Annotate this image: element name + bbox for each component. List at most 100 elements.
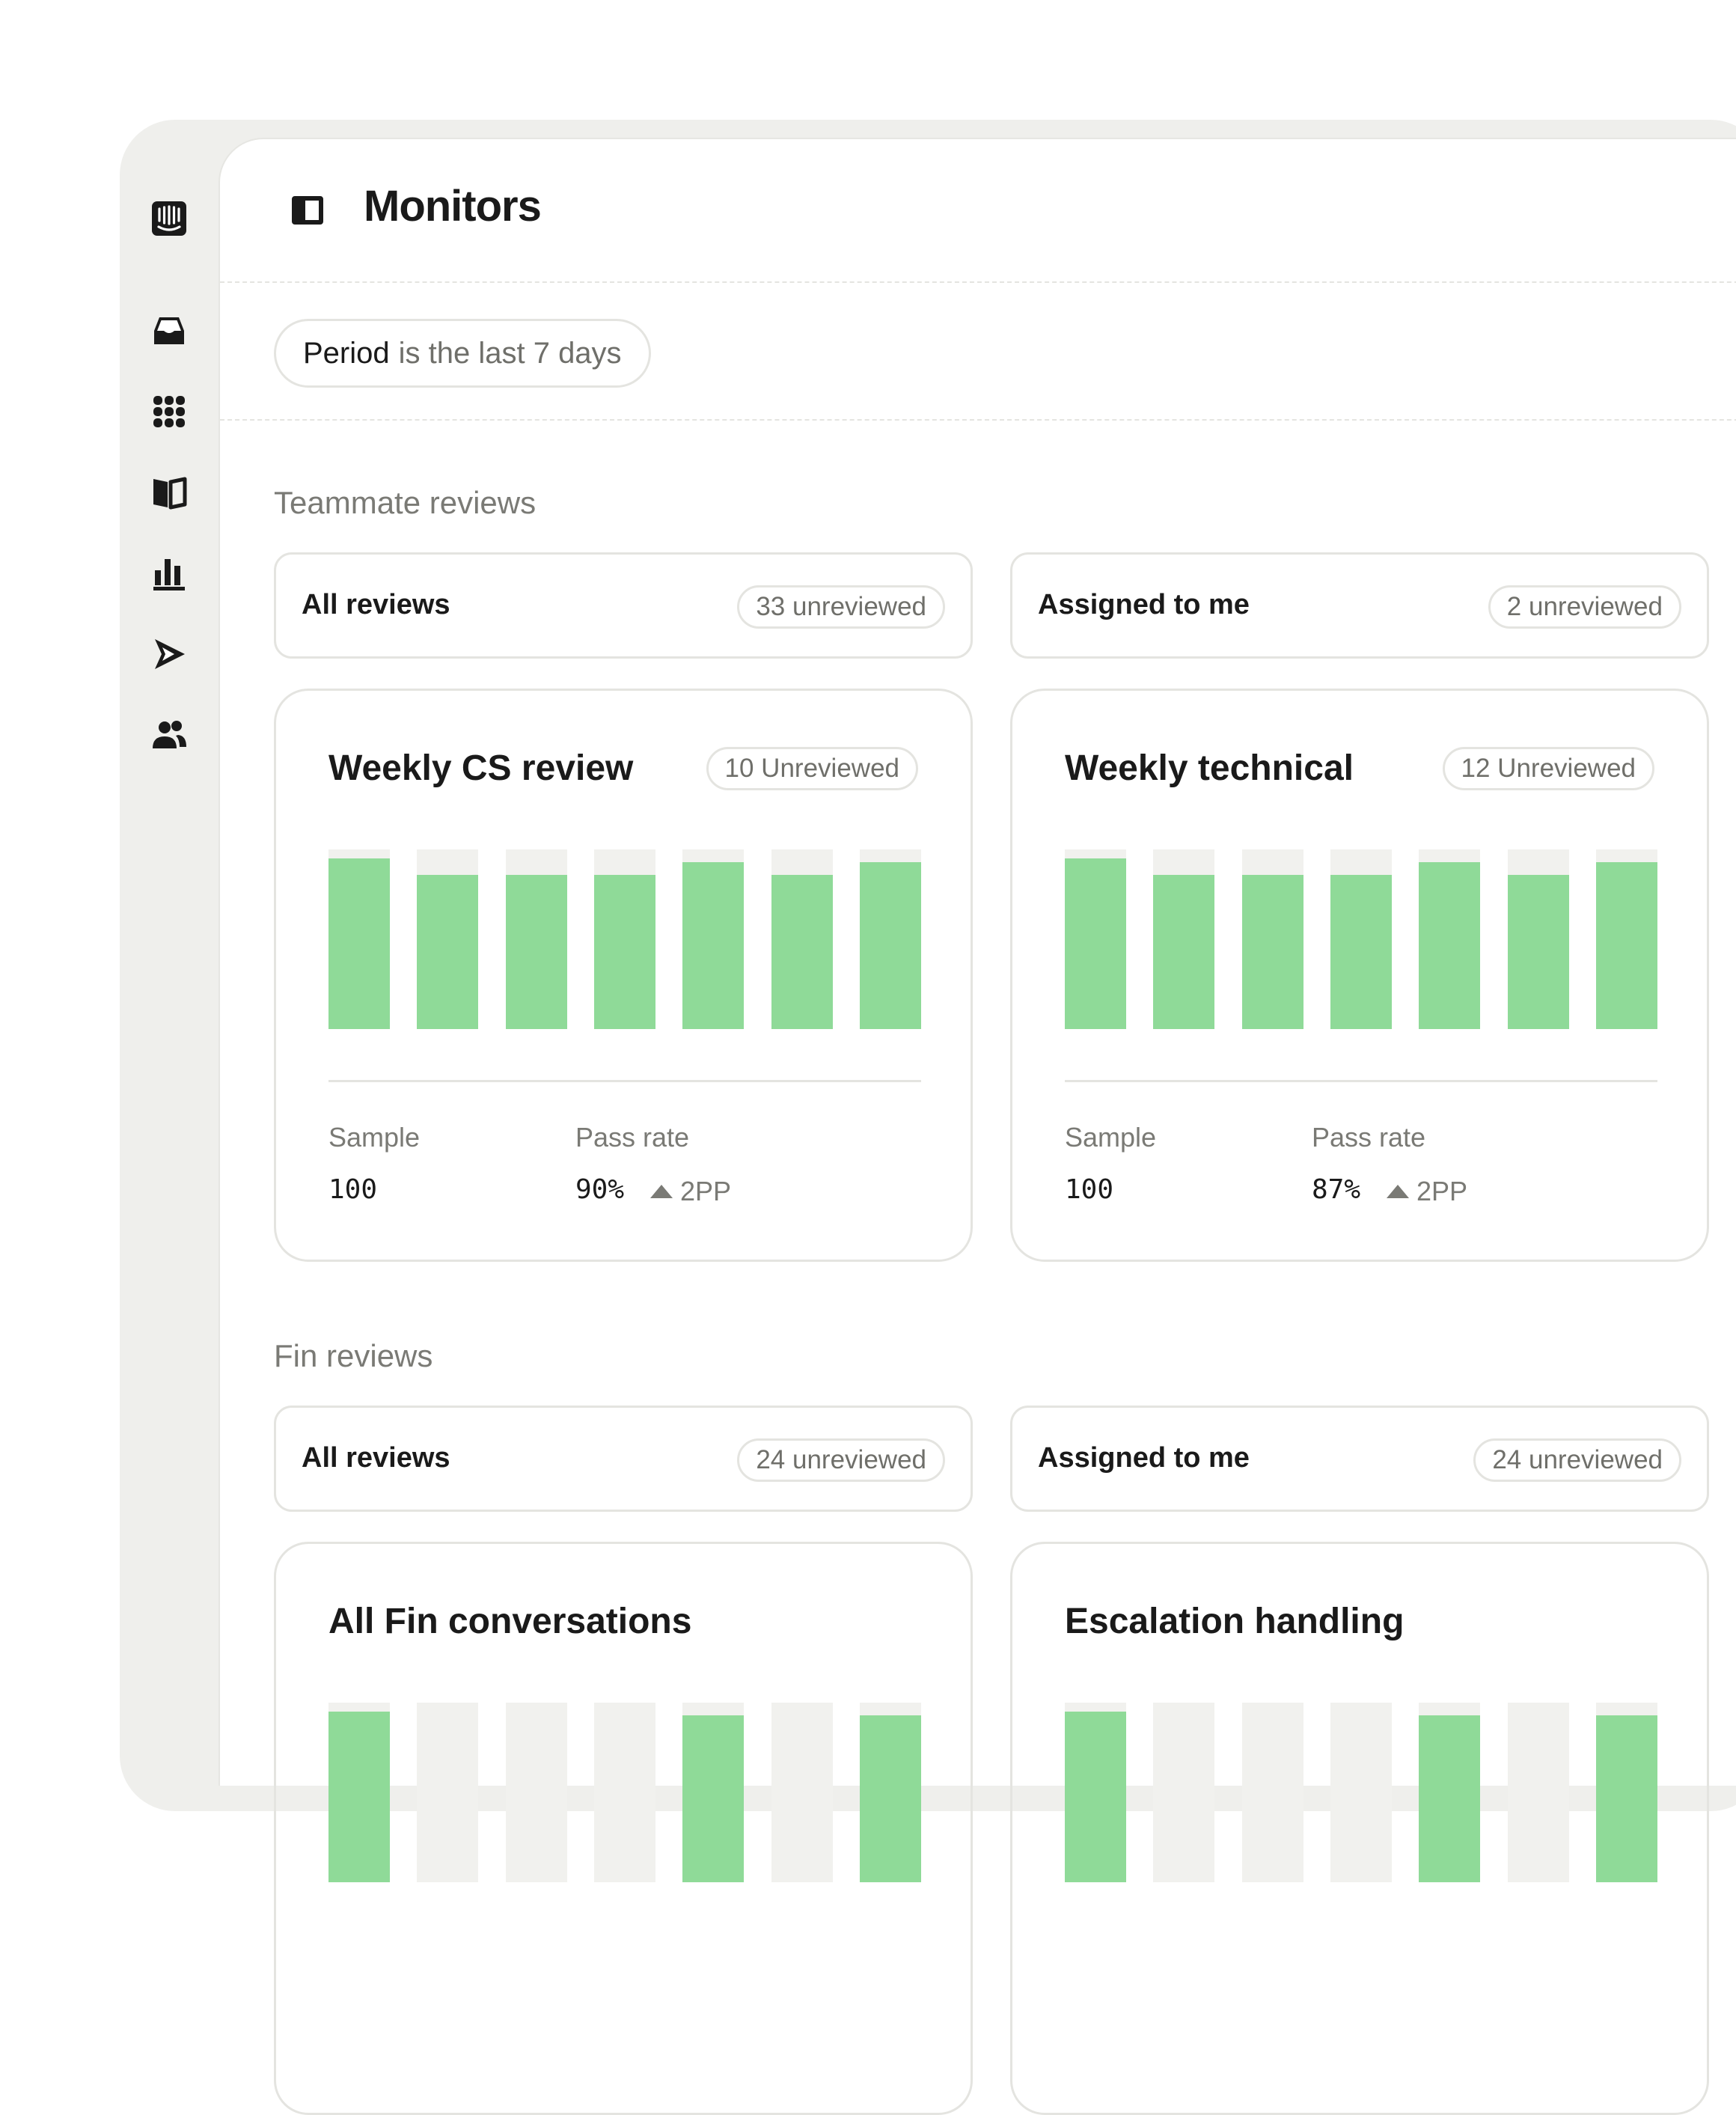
fin-all-reviews-card[interactable]: All reviews 24 unreviewed	[274, 1406, 973, 1512]
sample-value: 100	[328, 1174, 378, 1205]
pass-rate-label: Pass rate	[1312, 1122, 1426, 1153]
reports-chart-icon[interactable]	[150, 554, 189, 593]
sample-label: Sample	[1065, 1122, 1157, 1153]
trend-up-icon	[650, 1185, 673, 1198]
period-filter-pill[interactable]: Period is the last 7 days	[274, 319, 651, 388]
monitor-bar-chart	[328, 1703, 921, 1882]
unreviewed-badge: 24 unreviewed	[737, 1438, 945, 1482]
bar	[594, 875, 655, 1029]
unreviewed-badge: 10 Unreviewed	[706, 747, 918, 790]
sidebar-toggle-icon[interactable]	[292, 196, 323, 225]
apps-grid-icon[interactable]	[150, 392, 189, 431]
bar-track	[1419, 1703, 1480, 1882]
fin-reviews-heading: Fin reviews	[274, 1338, 433, 1373]
bar	[1596, 1715, 1657, 1882]
bar	[682, 862, 744, 1029]
monitor-bar-chart	[328, 849, 921, 1029]
bar-track	[1153, 849, 1214, 1029]
bar-track	[1242, 1703, 1303, 1882]
contacts-people-icon[interactable]	[150, 715, 189, 754]
bar	[1153, 875, 1214, 1029]
bar	[417, 875, 478, 1029]
delta-value: 2PP	[1416, 1176, 1468, 1206]
bar-track	[1065, 849, 1126, 1029]
bar	[506, 875, 567, 1029]
bar	[1596, 862, 1657, 1029]
bar-track	[1508, 1703, 1569, 1882]
main-panel: Monitors Period is the last 7 days Teamm…	[218, 138, 1736, 2115]
teammate-assigned-card[interactable]: Assigned to me 2 unreviewed	[1010, 552, 1709, 659]
bar-track	[771, 1703, 833, 1882]
bar-track	[860, 1703, 921, 1882]
filter-bar: Period is the last 7 days	[220, 281, 1736, 421]
bar-track	[328, 849, 390, 1029]
bar-track	[1065, 1703, 1126, 1882]
fin-assigned-card[interactable]: Assigned to me 24 unreviewed	[1010, 1406, 1709, 1512]
bar	[1419, 862, 1480, 1029]
bar-track	[682, 849, 744, 1029]
bar-track	[1508, 849, 1569, 1029]
filter-condition: is the last 7 days	[398, 336, 622, 370]
bar	[860, 1715, 921, 1882]
divider	[328, 1080, 921, 1082]
bar-track	[594, 1703, 655, 1882]
pass-rate-delta: 2PP	[1387, 1176, 1467, 1207]
bar-track	[328, 1703, 390, 1882]
bar-track	[682, 1703, 744, 1882]
bar-track	[1330, 849, 1392, 1029]
page-header: Monitors	[220, 139, 1736, 283]
unreviewed-badge: 12 Unreviewed	[1442, 747, 1654, 790]
intercom-logo-icon[interactable]	[150, 199, 189, 238]
summary-card-label: Assigned to me	[1038, 1442, 1250, 1474]
monitor-card-weekly-cs-review[interactable]: Weekly CS review 10 Unreviewed Sample 10…	[274, 689, 973, 1262]
teammate-all-reviews-card[interactable]: All reviews 33 unreviewed	[274, 552, 973, 659]
bar-track	[1419, 849, 1480, 1029]
bar-track	[417, 849, 478, 1029]
bar	[1508, 875, 1569, 1029]
sample-value: 100	[1065, 1174, 1114, 1205]
teammate-reviews-heading: Teammate reviews	[274, 485, 537, 520]
bar	[1330, 875, 1392, 1029]
summary-card-label: All reviews	[302, 589, 450, 620]
delta-value: 2PP	[680, 1176, 732, 1206]
nav-rail	[120, 120, 218, 1736]
unreviewed-badge: 33 unreviewed	[737, 585, 945, 629]
monitor-card-escalation-handling[interactable]: Escalation handling	[1010, 1542, 1709, 2115]
bar-track	[1596, 849, 1657, 1029]
monitor-card-all-fin-conversations[interactable]: All Fin conversations	[274, 1542, 973, 2115]
bar-track	[506, 1703, 567, 1882]
trend-up-icon	[1387, 1185, 1409, 1198]
bar-track	[771, 849, 833, 1029]
outbound-send-icon[interactable]	[150, 635, 189, 674]
bar-track	[1153, 1703, 1214, 1882]
inbox-icon[interactable]	[150, 311, 189, 350]
bar	[1419, 1715, 1480, 1882]
bar-track	[1242, 849, 1303, 1029]
bar	[771, 875, 833, 1029]
page-title: Monitors	[364, 182, 542, 231]
divider	[1065, 1080, 1657, 1082]
bar-track	[594, 849, 655, 1029]
bar	[1065, 1712, 1126, 1882]
bar-track	[1330, 1703, 1392, 1882]
bar	[328, 858, 390, 1029]
unreviewed-badge: 24 unreviewed	[1473, 1438, 1681, 1482]
bar-track	[417, 1703, 478, 1882]
monitor-title: Escalation handling	[1065, 1602, 1405, 1641]
pass-rate-delta: 2PP	[650, 1176, 731, 1207]
filter-field: Period	[303, 336, 390, 370]
bar	[682, 1715, 744, 1882]
book-icon[interactable]	[150, 473, 189, 512]
summary-card-label: All reviews	[302, 1442, 450, 1474]
bar	[1065, 858, 1126, 1029]
pass-rate-label: Pass rate	[575, 1122, 690, 1153]
bar	[328, 1712, 390, 1882]
monitor-title: Weekly CS review	[328, 748, 634, 788]
pass-rate-value: 87%	[1312, 1174, 1361, 1205]
monitor-title: All Fin conversations	[328, 1602, 692, 1641]
summary-card-label: Assigned to me	[1038, 589, 1250, 620]
bar-track	[860, 849, 921, 1029]
monitor-bar-chart	[1065, 849, 1657, 1029]
monitor-card-weekly-technical[interactable]: Weekly technical 12 Unreviewed Sample 10…	[1010, 689, 1709, 1262]
unreviewed-badge: 2 unreviewed	[1488, 585, 1681, 629]
